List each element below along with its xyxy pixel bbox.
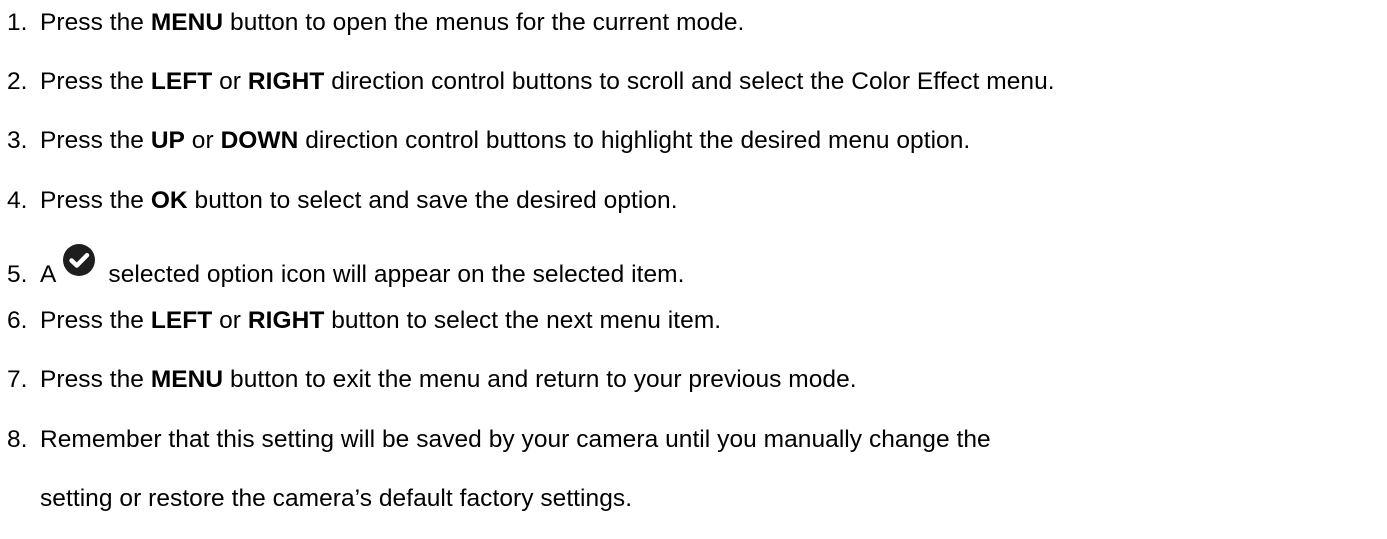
step-2: 2. Press the LEFT or RIGHT direction cont… [7, 67, 1055, 97]
step-8: 8. Remember that this setting will be sav… [7, 425, 991, 455]
key-name: RIGHT [247, 68, 325, 95]
step-7: 7. Press the MENU button to exit the menu… [7, 365, 857, 395]
step-number: 8. [7, 426, 28, 453]
step-text: Press the [40, 366, 151, 393]
step-text: Press the [40, 127, 151, 154]
step-5: 5. Aselected option icon will appear on t… [7, 244, 685, 290]
step-number: 2. [7, 68, 28, 95]
step-text: button to open the menus for the current… [223, 9, 745, 36]
step-text: Press the [40, 187, 151, 214]
step-number: 6. [7, 307, 28, 334]
step-3: 3. Press the UP or DOWN direction control… [7, 126, 970, 156]
step-8-continued: setting or restore the camera’s default … [7, 484, 632, 514]
key-name: LEFT [150, 307, 213, 334]
step-text: direction control buttons to scroll and … [324, 68, 1055, 95]
step-4: 4. Press the OK button to select and save… [7, 186, 678, 216]
step-number: 4. [7, 187, 28, 214]
step-text: button to select and save the desired op… [187, 187, 678, 214]
step-text: Press the [40, 9, 151, 36]
step-text: setting or restore the camera’s default … [40, 485, 633, 512]
step-text: A [40, 261, 57, 288]
key-name: MENU [150, 366, 224, 393]
step-number: 3. [7, 127, 28, 154]
step-number: 7. [7, 366, 28, 393]
step-text: Press the [40, 68, 151, 95]
key-name: UP [150, 127, 185, 154]
key-name: OK [150, 187, 188, 214]
instruction-page: 1. Press the MENU button to open the menu… [0, 0, 1387, 539]
step-text: button to select the next menu item. [324, 307, 722, 334]
key-name: DOWN [220, 127, 299, 154]
step-text: or [212, 307, 248, 334]
key-name: RIGHT [247, 307, 325, 334]
step-text: button to exit the menu and return to yo… [223, 366, 857, 393]
step-1: 1. Press the MENU button to open the menu… [7, 8, 744, 38]
step-text: Press the [40, 307, 151, 334]
step-number: 5. [7, 261, 28, 288]
step-text: or [184, 127, 221, 154]
step-text: direction control buttons to highlight t… [298, 127, 971, 154]
key-name: LEFT [150, 68, 213, 95]
step-6: 6. Press the LEFT or RIGHT button to sele… [7, 306, 721, 336]
key-name: MENU [150, 9, 224, 36]
step-number: 1. [7, 9, 28, 36]
check-circle-icon [62, 243, 96, 277]
step-text: or [212, 68, 248, 95]
step-text: selected option icon will appear on the … [108, 261, 685, 288]
step-text: Remember that this setting will be saved… [40, 426, 991, 453]
